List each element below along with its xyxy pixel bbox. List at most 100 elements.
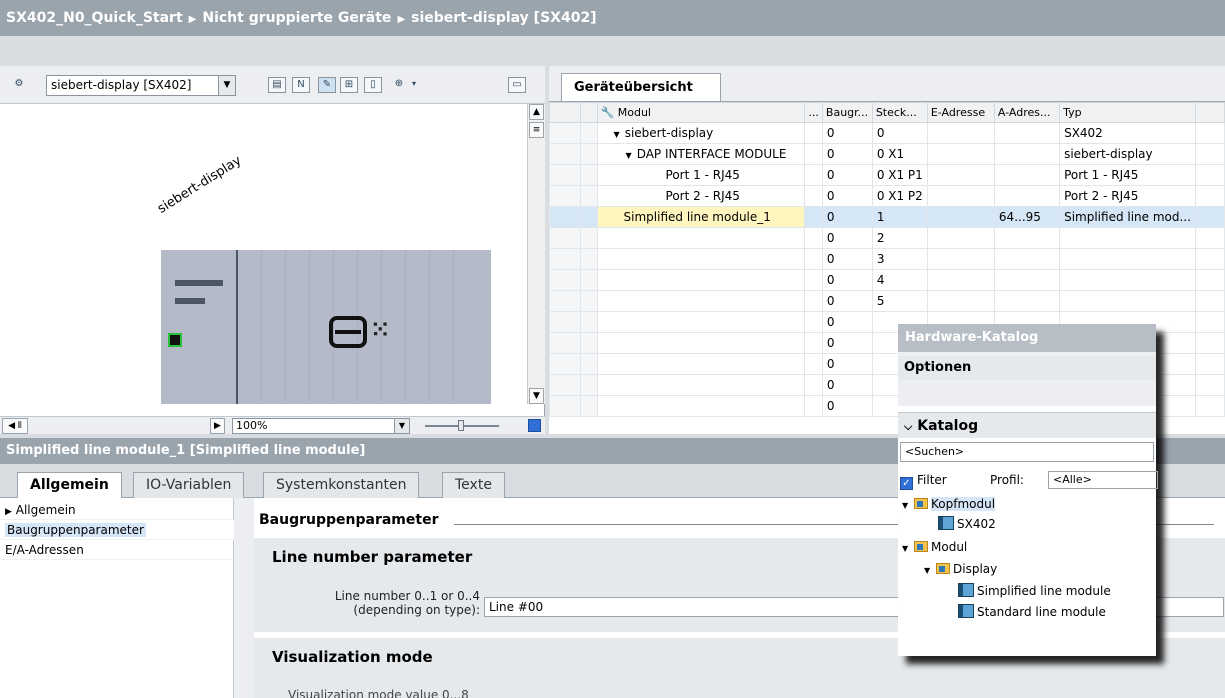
nav-allgemein[interactable]: ▶ Allgemein bbox=[0, 500, 234, 520]
filter-checkbox[interactable]: ✓ bbox=[900, 477, 913, 490]
tree-node-sx402[interactable]: SX402 bbox=[938, 514, 996, 534]
tree-node-modul[interactable]: ▼ Modul bbox=[902, 537, 967, 557]
tab-systemkonstanten[interactable]: Systemkonstanten bbox=[263, 472, 420, 498]
cell-a-adresse[interactable] bbox=[993, 248, 1061, 270]
scroll-left-icon[interactable]: ◀ ⦀ bbox=[2, 418, 28, 434]
cell-e-adresse[interactable] bbox=[926, 206, 995, 228]
table-row[interactable]: Simplified line module_1 0 1 64...95 Simplif… bbox=[549, 206, 1225, 228]
cell-typ[interactable]: Port 1 - RJ45 bbox=[1059, 164, 1196, 186]
tab-texte[interactable]: Texte bbox=[442, 472, 505, 498]
cell-e-adresse[interactable] bbox=[926, 248, 995, 270]
cell-steck[interactable]: 0 X1 bbox=[871, 143, 928, 165]
cell-baugr[interactable]: 0 bbox=[821, 353, 873, 375]
table-row[interactable]: 03 bbox=[549, 248, 1225, 270]
cell-steck[interactable]: 3 bbox=[871, 248, 928, 270]
col-dots[interactable]: ... bbox=[804, 102, 823, 123]
zoom-select[interactable]: 100% ▼ bbox=[232, 418, 410, 434]
cell-typ[interactable]: Port 2 - RJ45 bbox=[1059, 185, 1196, 207]
caret-down-icon[interactable]: ▼ bbox=[614, 130, 620, 139]
properties-splitter[interactable] bbox=[234, 498, 254, 698]
cell-typ[interactable] bbox=[1059, 269, 1196, 291]
catalog-search-input[interactable]: <Suchen> bbox=[900, 442, 1154, 462]
table-row[interactable]: ▼ DAP INTERFACE MODULE 0 0 X1 siebert-displa… bbox=[549, 143, 1225, 165]
device-canvas[interactable]: siebert-display ⁙ bbox=[0, 104, 527, 404]
scroll-menu-icon[interactable]: ≡ bbox=[529, 122, 544, 138]
cell-modul[interactable]: ▼ siebert-display bbox=[596, 122, 806, 144]
tree-node-simplified-line-module[interactable]: Simplified line module bbox=[958, 581, 1111, 601]
breadcrumb-device[interactable]: siebert-display [SX402] bbox=[411, 10, 596, 26]
device-select[interactable]: siebert-display [SX402] ▼ bbox=[46, 75, 236, 96]
cell-e-adresse[interactable] bbox=[926, 227, 995, 249]
network-icon[interactable]: ⚙ bbox=[10, 77, 28, 93]
cell-typ[interactable]: siebert-display bbox=[1059, 143, 1196, 165]
port-icon[interactable] bbox=[168, 333, 182, 347]
table-row[interactable]: ▼ siebert-display 0 0 SX402 bbox=[549, 122, 1225, 144]
cell-baugr[interactable]: 0 bbox=[821, 290, 873, 312]
zoom-menu-icon[interactable]: ▾ bbox=[405, 77, 423, 93]
cell-steck[interactable]: 1 bbox=[871, 206, 928, 228]
cell-modul[interactable] bbox=[596, 395, 806, 417]
cell-e-adresse[interactable] bbox=[926, 269, 995, 291]
col-steck[interactable]: Steck... bbox=[871, 102, 928, 123]
table-row[interactable]: Port 2 - RJ45 0 0 X1 P2 Port 2 - RJ45 bbox=[549, 185, 1225, 207]
cell-modul[interactable] bbox=[596, 353, 806, 375]
cell-e-adresse[interactable] bbox=[926, 143, 995, 165]
cell-baugr[interactable]: 0 bbox=[821, 332, 873, 354]
cell-baugr[interactable]: 0 bbox=[821, 143, 873, 165]
cell-baugr[interactable]: 0 bbox=[821, 374, 873, 396]
cell-steck[interactable]: 0 bbox=[871, 122, 928, 144]
options-header[interactable]: Optionen bbox=[898, 356, 1156, 380]
cell-baugr[interactable]: 0 bbox=[821, 248, 873, 270]
cell-modul[interactable] bbox=[596, 374, 806, 396]
cell-baugr[interactable]: 0 bbox=[821, 395, 873, 417]
tab-geraeteuebersicht[interactable]: Geräteübersicht bbox=[561, 73, 721, 101]
panel-toggle-icon[interactable]: ▭ bbox=[508, 77, 526, 93]
table-row[interactable]: 04 bbox=[549, 269, 1225, 291]
katalog-header[interactable]: ⌵ Katalog bbox=[898, 412, 1156, 438]
cell-a-adresse[interactable] bbox=[993, 185, 1061, 207]
cell-e-adresse[interactable] bbox=[926, 185, 995, 207]
col-e-adresse[interactable]: E-Adresse bbox=[926, 102, 995, 123]
caret-down-icon[interactable]: ▼ bbox=[924, 561, 936, 581]
caret-down-icon[interactable]: ▼ bbox=[902, 496, 914, 516]
cell-a-adresse[interactable] bbox=[993, 122, 1061, 144]
tab-io-variablen[interactable]: IO-Variablen bbox=[133, 472, 245, 498]
cell-typ[interactable] bbox=[1059, 290, 1196, 312]
nav-ea-adressen[interactable]: E/A-Adressen bbox=[0, 540, 234, 560]
device-data-icon[interactable]: ▤ bbox=[268, 77, 286, 93]
device-rack[interactable]: ⁙ bbox=[161, 250, 491, 404]
cell-steck[interactable]: 0 X1 P1 bbox=[871, 164, 928, 186]
cell-baugr[interactable]: 0 bbox=[821, 164, 873, 186]
tab-allgemein[interactable]: Allgemein bbox=[17, 472, 122, 499]
cell-baugr[interactable]: 0 bbox=[821, 122, 873, 144]
cell-steck[interactable]: 5 bbox=[871, 290, 928, 312]
cell-baugr[interactable]: 0 bbox=[821, 206, 873, 228]
profil-select[interactable]: <Alle> bbox=[1048, 471, 1158, 489]
table-row[interactable]: 05 bbox=[549, 290, 1225, 312]
cell-baugr[interactable]: 0 bbox=[821, 311, 873, 333]
page-view-icon[interactable]: ▯ bbox=[364, 77, 382, 93]
cell-steck[interactable]: 2 bbox=[871, 227, 928, 249]
breadcrumb-group[interactable]: Nicht gruppierte Geräte bbox=[202, 10, 391, 26]
breadcrumb-project[interactable]: SX402_N0_Quick_Start bbox=[6, 10, 183, 26]
caret-down-icon[interactable]: ▼ bbox=[902, 539, 914, 559]
col-baugr[interactable]: Baugr... bbox=[821, 102, 873, 123]
cell-baugr[interactable]: 0 bbox=[821, 227, 873, 249]
tree-node-display[interactable]: ▼ Display bbox=[924, 559, 997, 579]
zoom-slider-thumb[interactable] bbox=[458, 420, 464, 431]
vertical-scrollbar[interactable]: ▲ ≡ ▼ bbox=[527, 104, 545, 404]
scroll-up-icon[interactable]: ▲ bbox=[529, 104, 544, 120]
caret-down-icon[interactable]: ▼ bbox=[626, 151, 632, 160]
cell-e-adresse[interactable] bbox=[926, 290, 995, 312]
col-a-adresse[interactable]: A-Adres... bbox=[993, 102, 1061, 123]
cell-typ[interactable] bbox=[1059, 227, 1196, 249]
overview-icon[interactable] bbox=[528, 419, 541, 432]
scroll-right-icon[interactable]: ▶ bbox=[210, 418, 225, 434]
cell-modul[interactable]: Simplified line module_1 bbox=[596, 206, 806, 228]
cell-typ[interactable]: Simplified line mod... bbox=[1059, 206, 1196, 228]
cell-modul[interactable] bbox=[596, 248, 806, 270]
cell-baugr[interactable]: 0 bbox=[821, 269, 873, 291]
cell-a-adresse[interactable] bbox=[993, 164, 1061, 186]
cell-e-adresse[interactable] bbox=[926, 164, 995, 186]
cell-modul[interactable] bbox=[596, 290, 806, 312]
